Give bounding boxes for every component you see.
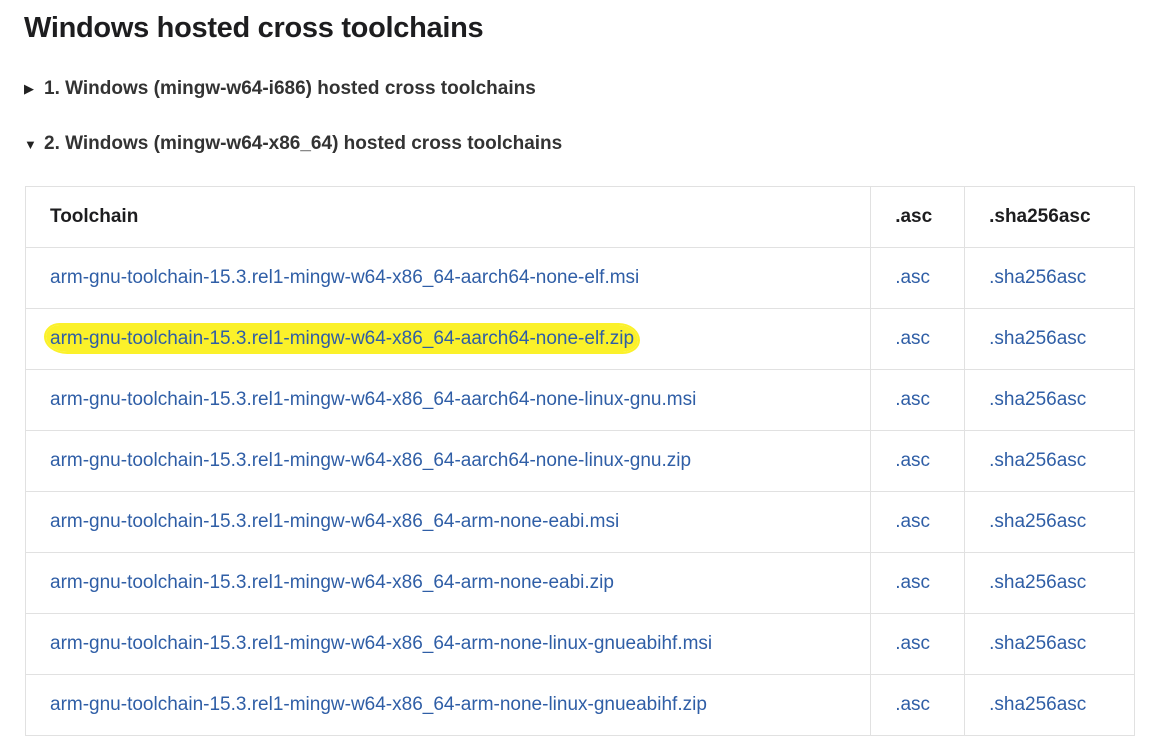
- toolchain-cell: arm-gnu-toolchain-15.3.rel1-mingw-w64-x8…: [24, 308, 872, 370]
- sha256asc-link[interactable]: .sha256asc: [989, 328, 1086, 349]
- toolchain-cell: arm-gnu-toolchain-15.3.rel1-mingw-w64-x8…: [24, 491, 872, 553]
- asc-link[interactable]: .asc: [895, 389, 930, 410]
- asc-cell: .asc: [870, 247, 966, 309]
- toolchain-cell: arm-gnu-toolchain-15.3.rel1-mingw-w64-x8…: [24, 247, 872, 309]
- page: Windows hosted cross toolchains ▶ 1. Win…: [0, 0, 1152, 750]
- sha256asc-link[interactable]: .sha256asc: [989, 572, 1086, 593]
- column-header-sha256asc: .sha256asc: [964, 186, 1135, 248]
- asc-cell: .asc: [870, 613, 966, 675]
- asc-cell: .asc: [870, 308, 966, 370]
- sha-cell: .sha256asc: [964, 491, 1135, 553]
- sha256asc-link[interactable]: .sha256asc: [989, 389, 1086, 410]
- asc-link[interactable]: .asc: [895, 633, 930, 654]
- toolchain-download-link[interactable]: arm-gnu-toolchain-15.3.rel1-mingw-w64-x8…: [50, 450, 691, 471]
- triangle-right-icon: ▶: [24, 81, 34, 96]
- section-label: 1. Windows (mingw-w64-i686) hosted cross…: [44, 78, 536, 99]
- sha-cell: .sha256asc: [964, 247, 1135, 309]
- toolchain-download-link[interactable]: arm-gnu-toolchain-15.3.rel1-mingw-w64-x8…: [50, 572, 614, 593]
- asc-link[interactable]: .asc: [895, 328, 930, 349]
- toolchain-download-link-highlighted[interactable]: arm-gnu-toolchain-15.3.rel1-mingw-w64-x8…: [46, 325, 639, 352]
- toolchain-download-link[interactable]: arm-gnu-toolchain-15.3.rel1-mingw-w64-x8…: [50, 267, 639, 288]
- asc-link[interactable]: .asc: [895, 450, 930, 471]
- asc-cell: .asc: [870, 491, 966, 553]
- toolchain-download-link[interactable]: arm-gnu-toolchain-15.3.rel1-mingw-w64-x8…: [50, 511, 619, 532]
- toolchain-cell: arm-gnu-toolchain-15.3.rel1-mingw-w64-x8…: [24, 613, 872, 675]
- toolchain-cell: arm-gnu-toolchain-15.3.rel1-mingw-w64-x8…: [24, 369, 872, 431]
- asc-cell: .asc: [870, 674, 966, 736]
- sha-cell: .sha256asc: [964, 308, 1135, 370]
- sha256asc-link[interactable]: .sha256asc: [989, 511, 1086, 532]
- toolchain-download-link[interactable]: arm-gnu-toolchain-15.3.rel1-mingw-w64-x8…: [50, 694, 707, 715]
- sha-cell: .sha256asc: [964, 674, 1135, 736]
- toolchain-cell: arm-gnu-toolchain-15.3.rel1-mingw-w64-x8…: [24, 674, 872, 736]
- asc-cell: .asc: [870, 430, 966, 492]
- sha-cell: .sha256asc: [964, 430, 1135, 492]
- sha-cell: .sha256asc: [964, 613, 1135, 675]
- table-row: arm-gnu-toolchain-15.3.rel1-mingw-w64-x8…: [24, 430, 1135, 492]
- sha256asc-link[interactable]: .sha256asc: [989, 633, 1086, 654]
- table-row: arm-gnu-toolchain-15.3.rel1-mingw-w64-x8…: [24, 491, 1135, 553]
- section-toggle-i686[interactable]: ▶ 1. Windows (mingw-w64-i686) hosted cro…: [24, 78, 536, 100]
- table-header-row: Toolchain .asc .sha256asc: [24, 186, 1135, 248]
- sha256asc-link[interactable]: .sha256asc: [989, 450, 1086, 471]
- toolchain-download-link[interactable]: arm-gnu-toolchain-15.3.rel1-mingw-w64-x8…: [50, 633, 712, 654]
- page-title: Windows hosted cross toolchains: [24, 12, 484, 44]
- table-row: arm-gnu-toolchain-15.3.rel1-mingw-w64-x8…: [24, 247, 1135, 309]
- sha-cell: .sha256asc: [964, 552, 1135, 614]
- table-row: arm-gnu-toolchain-15.3.rel1-mingw-w64-x8…: [24, 613, 1135, 675]
- table-row: arm-gnu-toolchain-15.3.rel1-mingw-w64-x8…: [24, 369, 1135, 431]
- table-row: arm-gnu-toolchain-15.3.rel1-mingw-w64-x8…: [24, 308, 1135, 370]
- asc-link[interactable]: .asc: [895, 267, 930, 288]
- column-header-toolchain: Toolchain: [24, 186, 872, 248]
- sha256asc-link[interactable]: .sha256asc: [989, 267, 1086, 288]
- asc-link[interactable]: .asc: [895, 694, 930, 715]
- asc-cell: .asc: [870, 369, 966, 431]
- sha256asc-link[interactable]: .sha256asc: [989, 694, 1086, 715]
- section-toggle-x86-64[interactable]: ▼ 2. Windows (mingw-w64-x86_64) hosted c…: [24, 133, 562, 155]
- column-header-asc: .asc: [870, 186, 966, 248]
- toolchain-cell: arm-gnu-toolchain-15.3.rel1-mingw-w64-x8…: [24, 430, 872, 492]
- asc-cell: .asc: [870, 552, 966, 614]
- triangle-down-icon: ▼: [24, 136, 37, 152]
- asc-link[interactable]: .asc: [895, 572, 930, 593]
- toolchain-table: Toolchain .asc .sha256asc arm-gnu-toolch…: [24, 186, 1135, 736]
- sha-cell: .sha256asc: [964, 369, 1135, 431]
- toolchain-cell: arm-gnu-toolchain-15.3.rel1-mingw-w64-x8…: [24, 552, 872, 614]
- asc-link[interactable]: .asc: [895, 511, 930, 532]
- section-label: 2. Windows (mingw-w64-x86_64) hosted cro…: [44, 133, 563, 154]
- table-row: arm-gnu-toolchain-15.3.rel1-mingw-w64-x8…: [24, 674, 1135, 736]
- toolchain-download-link[interactable]: arm-gnu-toolchain-15.3.rel1-mingw-w64-x8…: [50, 389, 696, 410]
- table-row: arm-gnu-toolchain-15.3.rel1-mingw-w64-x8…: [24, 552, 1135, 614]
